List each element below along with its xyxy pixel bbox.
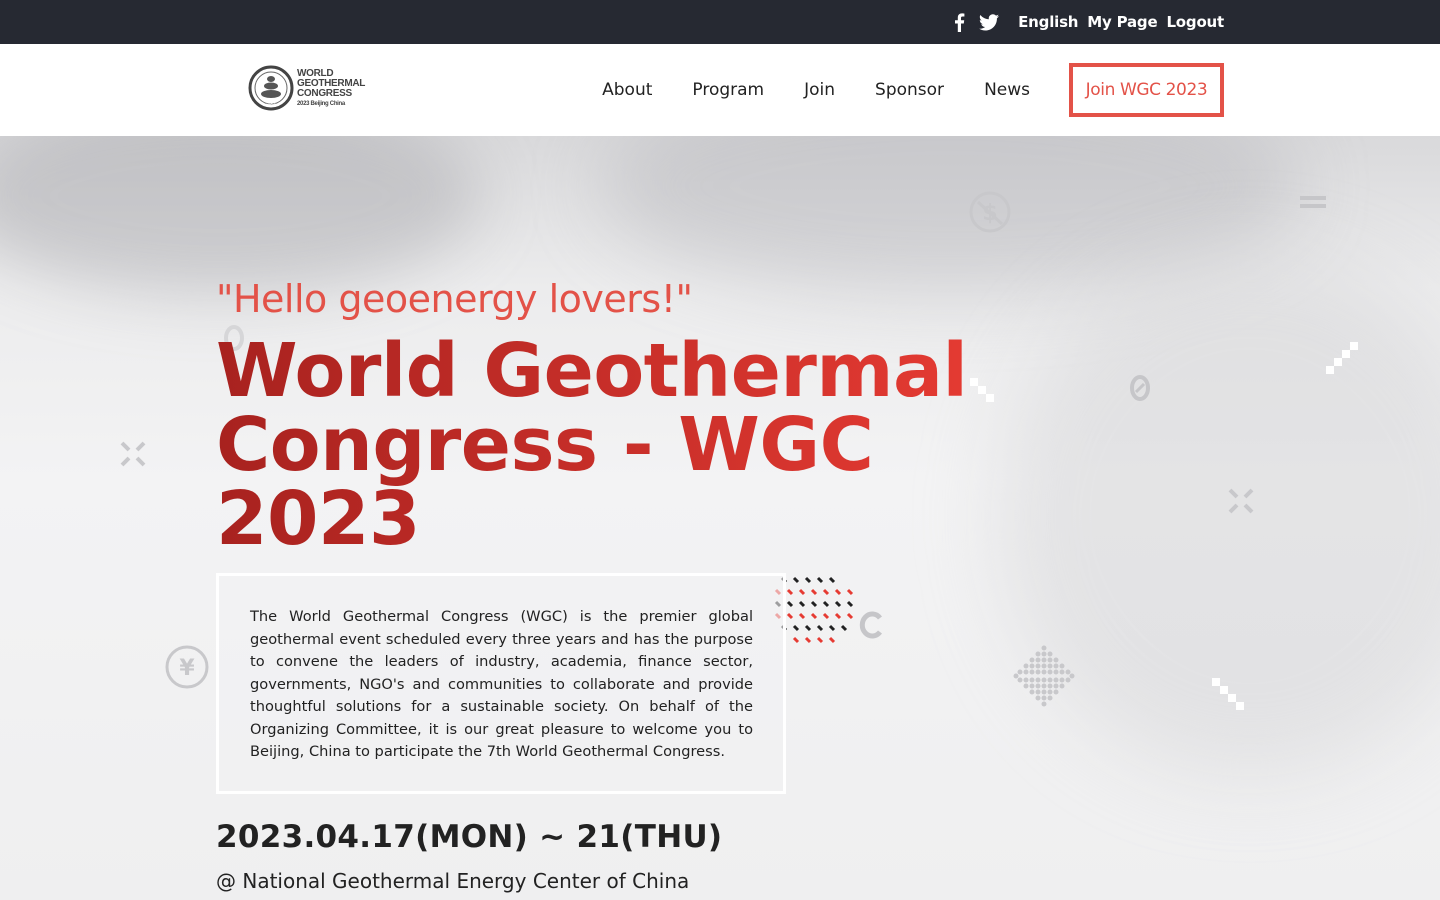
hero-tagline: "Hello geoenergy lovers!": [216, 277, 693, 321]
logout-link[interactable]: Logout: [1166, 13, 1224, 31]
nav-program[interactable]: Program: [692, 80, 764, 100]
equals-icon: [1300, 196, 1326, 208]
top-utility-bar: English My Page Logout: [0, 0, 1440, 44]
nav-sponsor[interactable]: Sponsor: [875, 80, 944, 100]
yen-coin-icon: ¥: [165, 645, 209, 689]
hero-title: World Geothermal Congress - WGC 2023: [216, 334, 996, 556]
multiply-icon: [1228, 488, 1254, 514]
join-wgc-button[interactable]: Join WGC 2023: [1069, 63, 1224, 117]
hero-background-blur: [0, 136, 480, 296]
logo-line-4: 2023 Beijing China: [297, 101, 345, 107]
dot-diamond-icon: [1013, 645, 1075, 707]
dollar-coin-icon: $: [969, 191, 1011, 233]
social-links: [949, 12, 1000, 32]
pixel-stair-icon: [1326, 342, 1358, 374]
cent-glyph-icon: [859, 611, 882, 639]
zero-glyph-icon: [1130, 375, 1150, 401]
my-page-link[interactable]: My Page: [1087, 13, 1157, 31]
svg-text:WGC: WGC: [266, 103, 276, 108]
main-nav: About Program Join Sponsor News Join WGC…: [602, 63, 1224, 117]
logo-mark-icon: WGC: [248, 65, 294, 111]
intro-text: The World Geothermal Congress (WGC) is t…: [250, 608, 753, 760]
svg-text:¥: ¥: [179, 656, 195, 681]
nav-news[interactable]: News: [984, 80, 1030, 100]
nav-join[interactable]: Join: [804, 80, 835, 100]
logo-line-3: CONGRESS: [297, 88, 352, 99]
site-header: WGC WORLD GEOTHERMAL CONGRESS 2023 Beiji…: [0, 44, 1440, 136]
pixel-stair-icon: [1212, 678, 1244, 710]
nav-about[interactable]: About: [602, 80, 652, 100]
language-link[interactable]: English: [1018, 13, 1078, 31]
event-venue: @ National Geothermal Energy Center of C…: [216, 869, 690, 893]
multiply-icon: [120, 441, 146, 467]
hero-section: $ ¥: [0, 136, 1440, 900]
facebook-icon[interactable]: [949, 12, 969, 32]
twitter-icon[interactable]: [979, 12, 1000, 32]
event-date: 2023.04.17(MON) ~ 21(THU): [216, 819, 723, 855]
wgc-logo[interactable]: WGC WORLD GEOTHERMAL CONGRESS 2023 Beiji…: [248, 62, 368, 114]
logo-text: WORLD GEOTHERMAL CONGRESS 2023 Beijing C…: [297, 69, 365, 108]
intro-box: The World Geothermal Congress (WGC) is t…: [216, 573, 786, 794]
